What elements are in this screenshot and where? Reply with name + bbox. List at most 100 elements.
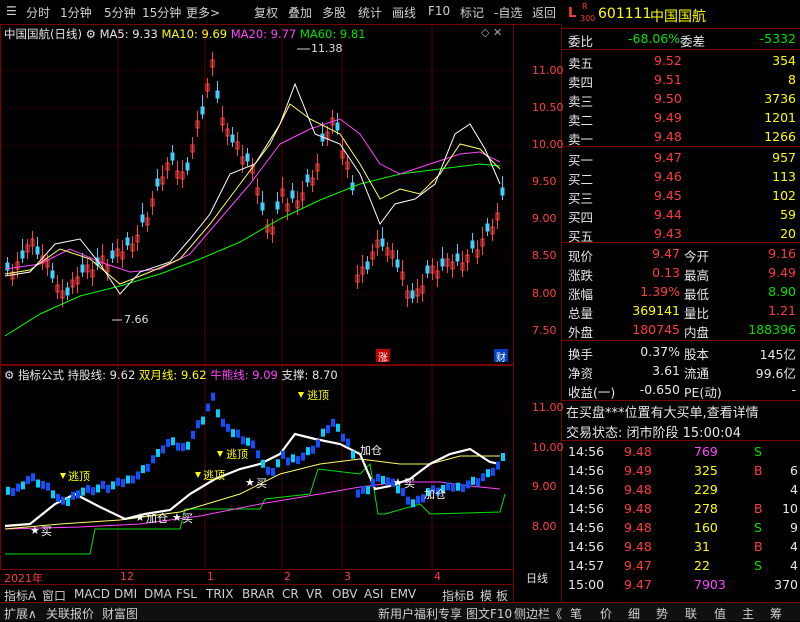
indicator-bar	[291, 454, 295, 463]
wealth-chart-button[interactable]: 财富图	[102, 605, 138, 622]
graphic-f10-button[interactable]: 图文F10	[466, 605, 512, 622]
high-price-label: 11.38	[311, 42, 343, 55]
tab-15min[interactable]: 15分钟	[142, 4, 181, 21]
sub-y-tick: 10.00	[532, 441, 564, 454]
back-button[interactable]: 返回	[532, 4, 556, 21]
level-badge: L	[568, 6, 577, 21]
candle-body	[140, 214, 145, 223]
mark-button[interactable]: 标记	[460, 4, 484, 21]
indicator-bar	[351, 450, 355, 459]
tab-linked[interactable]: 联	[685, 605, 697, 622]
period-label[interactable]: 日线	[526, 570, 548, 586]
tab-fsl[interactable]: FSL	[176, 587, 197, 601]
candle-body	[425, 265, 430, 274]
indicator-bar	[166, 439, 170, 448]
tab-chips[interactable]: 筹	[770, 605, 782, 622]
tab-obv[interactable]: OBV	[332, 587, 358, 601]
indicator-bar	[121, 479, 125, 488]
tab-emv[interactable]: EMV	[390, 587, 416, 601]
chart-icons[interactable]: ◇ ✕	[481, 26, 502, 39]
indicator-bar	[31, 473, 35, 482]
stock-code[interactable]: 601111	[598, 6, 651, 22]
indicator-title[interactable]: 指标公式	[18, 368, 64, 382]
multi-stock-button[interactable]: 多股	[322, 4, 346, 21]
kline-chart[interactable]: 逃顶 逃顶 逃顶 逃顶 ★ 买 ★ 加仓 ★ 买 ★ 买 加仓 ★ 买 加仓	[0, 24, 562, 604]
indicator-bar	[21, 481, 25, 490]
signal-markers: 逃顶 逃顶 逃顶 逃顶 ★ 买 ★ 加仓 ★ 买 ★ 买 加仓 ★ 买 加仓	[30, 389, 446, 538]
indicator-bar	[286, 457, 290, 466]
chart-title[interactable]: 中国国航(日线)	[4, 27, 82, 41]
tab-main[interactable]: 主	[742, 605, 754, 622]
add-label-3: 加仓	[424, 487, 446, 501]
sell-level-2: 卖二 9.49 1201	[568, 110, 796, 128]
f10-button[interactable]: F10	[428, 4, 450, 18]
indicator-bar	[46, 482, 50, 491]
finance-flag[interactable]: 财	[494, 349, 508, 364]
add-watchlist-button[interactable]: -自选	[494, 4, 522, 21]
indicator-bar	[486, 469, 490, 478]
tab-1min[interactable]: 1分钟	[60, 4, 92, 21]
indicator-bar	[376, 473, 380, 482]
tab-price[interactable]: 价	[600, 605, 612, 622]
tab-dma[interactable]: DMA	[144, 587, 172, 601]
indicator-bar	[451, 483, 455, 492]
tab-vr[interactable]: VR	[306, 587, 323, 601]
tick-row: 14:56 9.48 160 S 9	[568, 520, 798, 535]
sub-y-tick: 9.00	[532, 480, 557, 493]
draw-line-button[interactable]: 画线	[392, 4, 416, 21]
tab-detail[interactable]: 细	[628, 605, 640, 622]
tab-5min[interactable]: 5分钟	[104, 4, 136, 21]
tab-cr[interactable]: CR	[282, 587, 299, 601]
y-tick: 10.50	[532, 101, 564, 114]
tab-value[interactable]: 值	[714, 605, 726, 622]
buy-label-3: 买	[256, 477, 267, 490]
restore-rights-button[interactable]: 复权	[254, 4, 278, 21]
indicator-bar	[196, 420, 200, 429]
settings-icon[interactable]: ⚙	[4, 368, 18, 382]
candle-body	[365, 261, 370, 270]
big-order-notice[interactable]: 在买盘***位置有大买单,查看详情	[566, 402, 759, 421]
buy-level-3: 买三 9.45 102	[568, 188, 796, 206]
tab-macd[interactable]: MACD	[74, 587, 110, 601]
overlay-button[interactable]: 叠加	[288, 4, 312, 21]
buy-star: ★	[245, 476, 255, 489]
menu-icon[interactable]: ☰	[6, 4, 17, 18]
tab-ticks[interactable]: 笔	[570, 605, 582, 622]
indicator-bar	[246, 437, 250, 446]
stats-button[interactable]: 统计	[358, 4, 382, 21]
tab-intraday[interactable]: 分时	[26, 4, 50, 21]
escape-label-3: 逃顶	[226, 448, 248, 461]
candle-body	[155, 178, 160, 187]
tab-brar[interactable]: BRAR	[242, 587, 275, 601]
sidebar-toggle[interactable]: 侧边栏《	[514, 605, 562, 622]
tab-dmi[interactable]: DMI	[114, 587, 137, 601]
tick-row: 15:00 9.47 7903 370	[568, 577, 798, 592]
ma5-label: MA5: 9.33	[99, 27, 158, 41]
buy-star: ★	[30, 524, 40, 537]
related-quotes-button[interactable]: 关联报价	[46, 605, 94, 622]
settings-icon[interactable]: ⚙	[86, 27, 100, 41]
add-label-2: 加仓	[360, 443, 382, 457]
new-user-promo[interactable]: 新用户福利专享	[378, 605, 462, 622]
indicator-bar	[151, 455, 155, 464]
indicator-bar	[96, 484, 100, 493]
add-label-1: 加仓	[146, 511, 168, 525]
tab-more[interactable]: 更多>	[186, 4, 220, 21]
expand-button[interactable]: 扩展∧	[4, 605, 37, 622]
stock-name[interactable]: 中国国航	[650, 6, 706, 26]
candle-body	[485, 223, 490, 232]
tab-trix[interactable]: TRIX	[206, 587, 233, 601]
candle-body	[20, 250, 25, 259]
indicator-bar	[231, 429, 235, 438]
buy-label-2: 买	[182, 512, 193, 525]
rise-flag[interactable]: 涨	[376, 349, 390, 364]
indicator-legend: ⚙ 指标公式 持股线: 9.62 双月线: 9.62 牛熊线: 9.09 支撑:…	[4, 367, 338, 383]
indicator-bar	[51, 490, 55, 499]
tab-asi[interactable]: ASI	[364, 587, 383, 601]
tab-trend[interactable]: 势	[656, 605, 668, 622]
indicator-bar	[271, 467, 275, 476]
ma10-line	[4, 103, 501, 285]
indicator-bar	[211, 392, 215, 401]
y-tick: 8.50	[532, 249, 557, 262]
indicator-bar	[276, 459, 280, 468]
